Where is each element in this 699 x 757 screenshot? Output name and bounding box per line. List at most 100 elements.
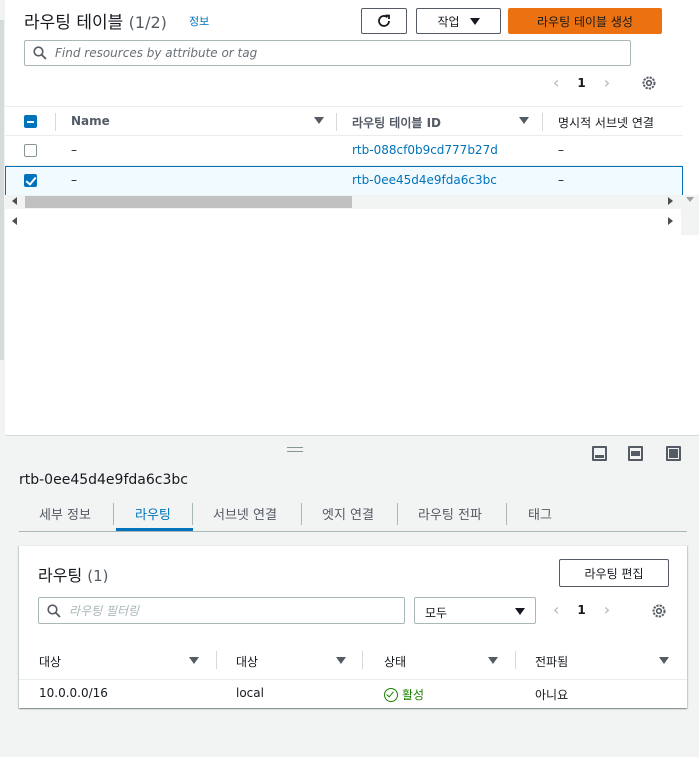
actions-button-label: 작업: [437, 14, 460, 29]
tab-separator: [192, 503, 193, 525]
routes-card: 라우팅 (1) 라우팅 편집 라우팅 필터링 모두 ‹ 1 › 대상 대상 상태…: [19, 545, 687, 708]
split-divider[interactable]: [5, 435, 699, 436]
tab-details[interactable]: 세부 정보: [39, 504, 91, 523]
scroll-left-icon[interactable]: [12, 197, 17, 205]
sort-icon[interactable]: [314, 117, 324, 124]
column-header-route-table-id[interactable]: 라우팅 테이블 ID: [352, 114, 441, 131]
select-all-checkbox[interactable]: [24, 115, 37, 128]
scroll-right-icon[interactable]: [668, 197, 673, 205]
route-propagated: 아니요: [535, 688, 569, 702]
page-number[interactable]: 1: [577, 76, 585, 90]
tab-separator: [506, 503, 507, 525]
route-tables-panel: 라우팅 테이블 (1/2) 정보 작업 라우팅 테이블 생성 Find reso…: [5, 0, 699, 436]
horizontal-scrollbar[interactable]: [5, 195, 683, 209]
column-separator: [336, 113, 337, 131]
create-route-table-label: 라우팅 테이블 생성: [537, 14, 633, 29]
row-checkbox[interactable]: [24, 144, 37, 157]
sort-icon[interactable]: [659, 657, 669, 664]
routes-title-text: 라우팅: [38, 566, 83, 585]
page-title-text: 라우팅 테이블: [24, 13, 124, 33]
tab-edge-associations[interactable]: 엣지 연결: [322, 504, 374, 523]
tab-subnet-associations[interactable]: 서브넷 연결: [213, 504, 277, 523]
column-header-status[interactable]: 상태: [384, 653, 406, 670]
drag-handle-icon[interactable]: [287, 447, 303, 452]
tab-separator: [397, 503, 398, 525]
column-header-subnet-association[interactable]: 명시적 서브넷 연결: [558, 114, 654, 131]
route-status-text: 활성: [402, 688, 425, 702]
panel-full-icon[interactable]: [666, 446, 681, 461]
detail-title: rtb-0ee45d4e9fda6c3bc: [19, 472, 188, 488]
route-table-id-link[interactable]: rtb-088cf0b9cd777b27d: [352, 143, 498, 157]
chevron-right-icon[interactable]: ›: [604, 600, 610, 619]
row-name: –: [71, 143, 77, 157]
filter-placeholder: 라우팅 필터링: [69, 604, 140, 618]
actions-button[interactable]: 작업: [416, 8, 501, 34]
tab-tags[interactable]: 태그: [528, 504, 552, 523]
horizontal-scrollbar-secondary[interactable]: [5, 215, 683, 229]
route-filter-select[interactable]: 모두: [414, 597, 536, 624]
info-link[interactable]: 정보: [189, 13, 209, 29]
route-status: 활성: [384, 686, 424, 703]
table-row[interactable]: – rtb-088cf0b9cd777b27d –: [5, 136, 683, 166]
scroll-down-icon[interactable]: [686, 197, 694, 202]
panel-side-icon[interactable]: [628, 446, 643, 461]
table-header: Name 라우팅 테이블 ID 명시적 서브넷 연결: [5, 106, 683, 136]
resource-search-input[interactable]: Find resources by attribute or tag: [24, 40, 631, 66]
caret-down-icon: [469, 17, 480, 25]
caret-down-icon: [515, 608, 525, 615]
tab-route-propagation[interactable]: 라우팅 전파: [418, 504, 482, 523]
page-number[interactable]: 1: [577, 603, 585, 617]
routes-pagination: ‹ 1 ›: [553, 600, 610, 619]
gear-icon[interactable]: [641, 75, 657, 91]
search-icon: [33, 46, 47, 60]
edit-routes-label: 라우팅 편집: [584, 566, 644, 581]
gear-icon[interactable]: [651, 603, 667, 619]
edit-routes-button[interactable]: 라우팅 편집: [559, 559, 669, 587]
panel-bottom-icon[interactable]: [592, 446, 607, 461]
route-target: local: [236, 686, 264, 700]
search-placeholder: Find resources by attribute or tag: [55, 46, 258, 60]
sort-icon[interactable]: [189, 657, 199, 664]
sort-icon[interactable]: [519, 117, 529, 124]
select-value: 모두: [425, 606, 448, 620]
routes-title: 라우팅 (1): [38, 562, 109, 586]
vertical-scrollbar[interactable]: [681, 195, 699, 235]
detail-tabs: 세부 정보 라우팅 서브넷 연결 엣지 연결 라우팅 전파 태그: [19, 498, 687, 532]
search-icon: [47, 603, 61, 618]
column-separator: [362, 651, 363, 669]
column-separator: [55, 113, 56, 131]
routes-count: (1): [87, 567, 109, 585]
scroll-right-icon[interactable]: [668, 217, 673, 225]
row-subnet: –: [558, 173, 564, 187]
route-destination: 10.0.0.0/16: [39, 686, 108, 700]
row-checkbox[interactable]: [24, 174, 37, 187]
column-header-destination[interactable]: 대상: [39, 653, 61, 670]
column-header-name[interactable]: Name: [71, 114, 110, 128]
column-separator: [216, 651, 217, 669]
refresh-icon: [378, 14, 390, 27]
sort-icon[interactable]: [336, 657, 346, 664]
route-table-id-link[interactable]: rtb-0ee45d4e9fda6c3bc: [352, 173, 497, 187]
table-row-selected[interactable]: – rtb-0ee45d4e9fda6c3bc –: [5, 166, 683, 196]
routes-table-header: 대상 대상 상태 전파됨: [19, 643, 687, 680]
left-scrollbar[interactable]: [0, 20, 4, 360]
check-circle-icon: [384, 687, 398, 702]
selection-count: (1/2): [128, 13, 167, 32]
chevron-left-icon[interactable]: ‹: [553, 73, 559, 92]
column-header-propagated[interactable]: 전파됨: [535, 653, 568, 670]
scroll-left-icon[interactable]: [12, 217, 17, 225]
active-tab-indicator: [116, 528, 193, 531]
route-filter-input[interactable]: 라우팅 필터링: [38, 597, 405, 624]
create-route-table-button[interactable]: 라우팅 테이블 생성: [508, 8, 662, 34]
row-name: –: [71, 173, 77, 187]
refresh-button[interactable]: [361, 8, 407, 34]
pagination: ‹ 1 ›: [553, 73, 610, 92]
chevron-right-icon[interactable]: ›: [604, 73, 610, 92]
scrollbar-thumb[interactable]: [25, 196, 352, 208]
tab-routes[interactable]: 라우팅: [135, 504, 171, 523]
sort-icon[interactable]: [488, 657, 498, 664]
page-title: 라우팅 테이블 (1/2): [24, 8, 167, 33]
chevron-left-icon[interactable]: ‹: [553, 600, 559, 619]
route-row: 10.0.0.0/16 local 활성 아니요: [19, 680, 687, 709]
column-header-target[interactable]: 대상: [236, 653, 258, 670]
